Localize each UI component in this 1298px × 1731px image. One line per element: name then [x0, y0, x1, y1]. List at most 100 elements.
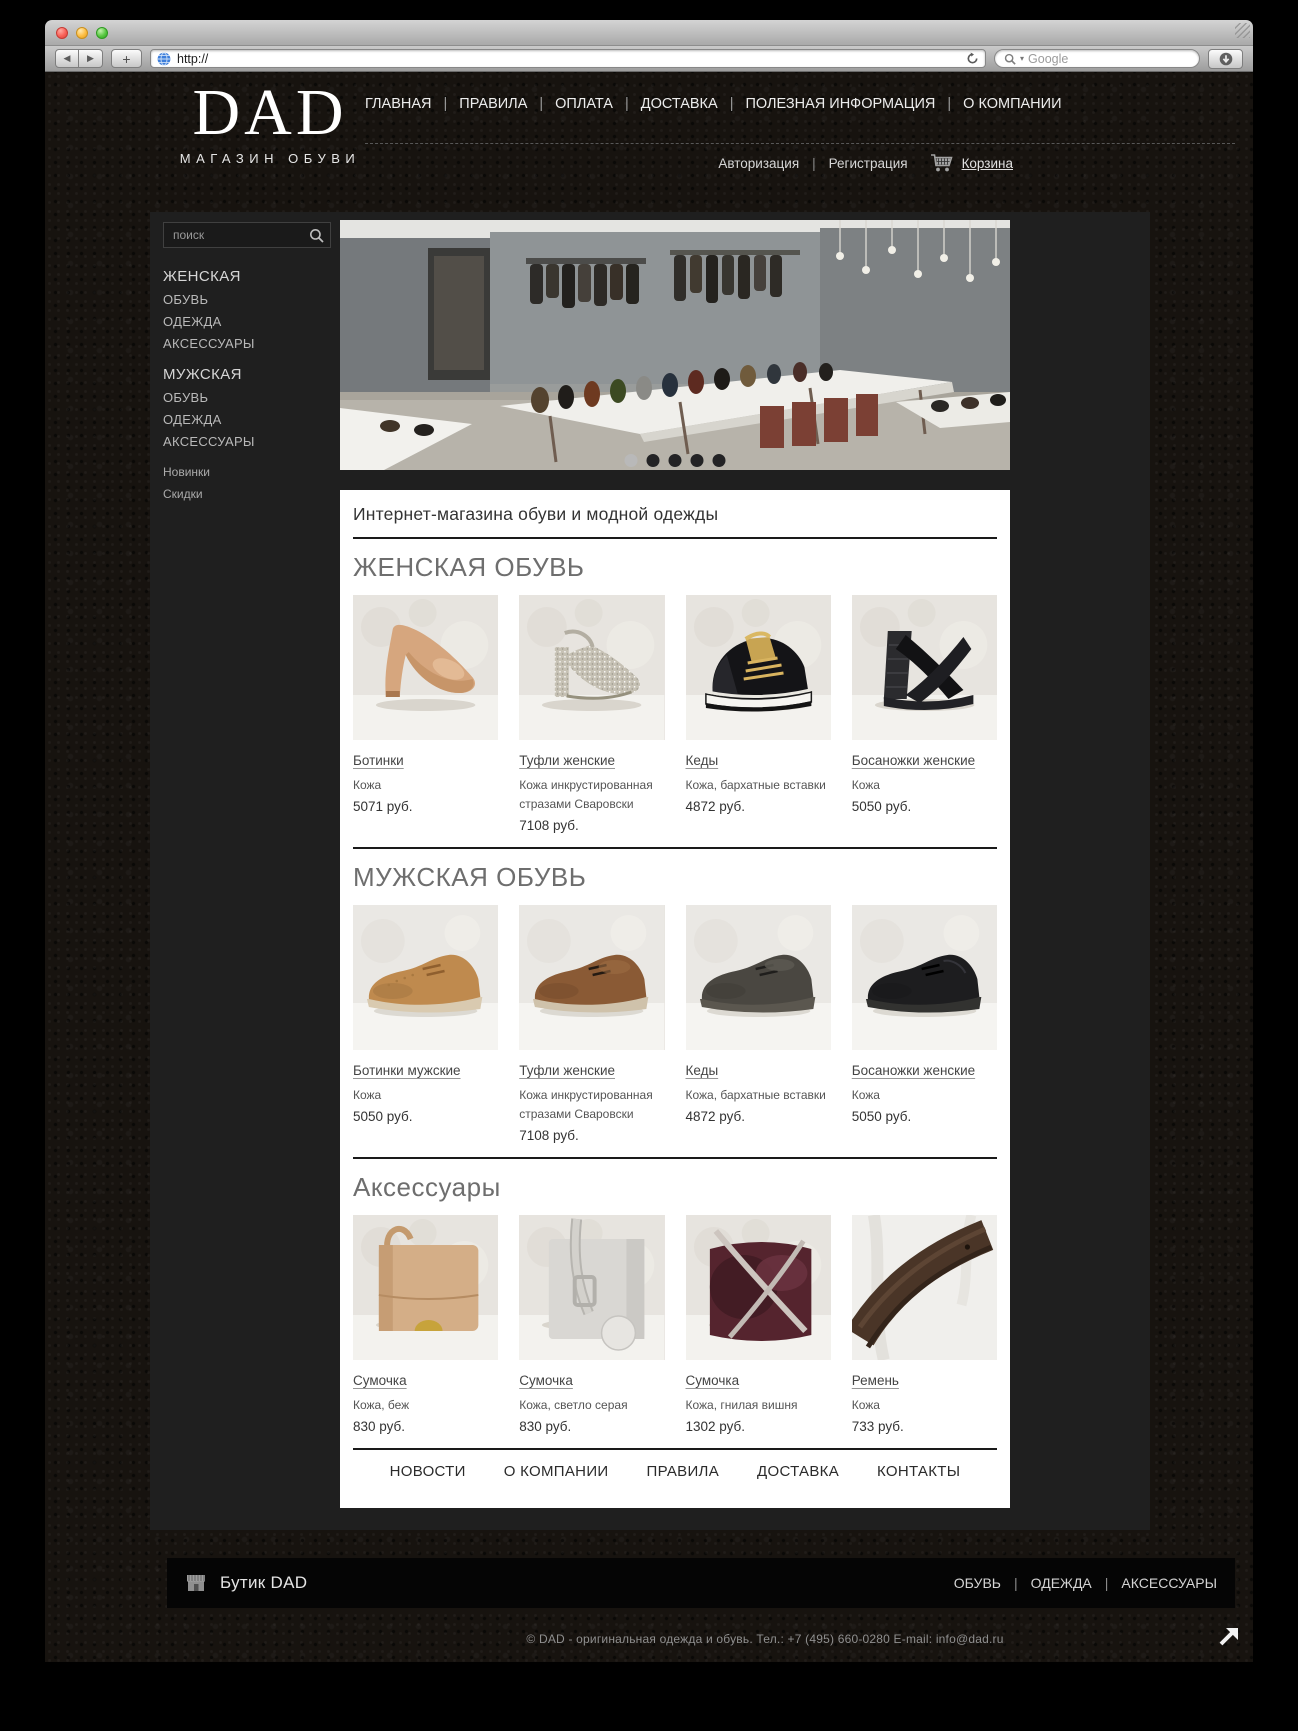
footer-nav: ОБУВЬ ОДЕЖДА АКСЕССУАРЫ [954, 1575, 1217, 1591]
product-photo[interactable] [519, 1214, 665, 1360]
carousel-dot[interactable] [690, 454, 704, 467]
sidebar-search-icon[interactable] [309, 228, 324, 243]
account-row: Авторизация Регистрация Корзина [718, 153, 1013, 173]
history-buttons: ◀ ▶ [55, 49, 103, 68]
bottom-nav-link[interactable]: НОВОСТИ [390, 1463, 466, 1480]
address-bar[interactable]: http:// [150, 49, 986, 68]
footer-nav-link[interactable]: АКСЕССУАРЫ [1121, 1575, 1217, 1591]
product-photo[interactable] [353, 1214, 499, 1360]
sidebar-item-link[interactable]: ОБУВЬ [163, 390, 208, 405]
header-nav-link[interactable]: ГЛАВНАЯ [365, 96, 432, 112]
cart-label-link[interactable]: Корзина [962, 156, 1013, 171]
product-name-link[interactable]: Сумочка [353, 1373, 407, 1388]
footer-nav-link[interactable]: ОБУВЬ [954, 1575, 1001, 1591]
new-tab-button[interactable]: + [111, 49, 142, 68]
sidebar-group-title[interactable]: МУЖСКАЯ [163, 366, 331, 383]
site-logo[interactable]: DAD МАГАЗИН ОБУВИ [157, 78, 383, 167]
back-button[interactable]: ◀ [55, 49, 79, 68]
carousel-dot[interactable] [646, 454, 660, 467]
bottom-nav-item: О КОМПАНИИ [504, 1463, 609, 1480]
sidebar-item: ОБУВЬ [163, 292, 331, 307]
product-photo[interactable] [353, 904, 499, 1050]
header-nav: ГЛАВНАЯ ПРАВИЛА ОПЛАТА ДОСТАВКА ПОЛЕЗНАЯ ИНФ… [365, 96, 1062, 112]
product-photo[interactable] [519, 595, 665, 740]
url-text[interactable]: http:// [177, 52, 960, 66]
minimize-window-button[interactable] [76, 27, 88, 39]
carousel-dot[interactable] [712, 454, 726, 467]
cart-link[interactable]: Корзина [930, 153, 1013, 173]
header-nav-link[interactable]: О КОМПАНИИ [963, 96, 1061, 112]
header-nav-item: ОПЛАТА [527, 96, 613, 112]
account-link[interactable]: Регистрация [829, 156, 908, 171]
product-name-link[interactable]: Ботинки [353, 753, 404, 768]
product-name-link[interactable]: Ремень [852, 1373, 899, 1388]
sidebar-search[interactable] [163, 222, 331, 248]
product-name-link[interactable]: Босаножки женские [852, 1063, 975, 1078]
sidebar-extra-link[interactable]: Скидки [163, 487, 203, 501]
footer-nav-link[interactable]: ОДЕЖДА [1031, 1575, 1092, 1591]
window-resize-grip[interactable] [1235, 23, 1250, 38]
page-title: Интернет-магазина обуви и модной одежды [353, 504, 719, 524]
product-card: Ботинки Кожа 5071 руб. [353, 595, 499, 833]
section-title: Аксессуары [353, 1171, 501, 1202]
product-name-link[interactable]: Туфли женские [519, 1063, 615, 1078]
bottom-nav-link[interactable]: КОНТАКТЫ [877, 1463, 960, 1480]
header-nav-link[interactable]: ОПЛАТА [555, 96, 613, 112]
product-name-link[interactable]: Сумочка [519, 1373, 573, 1388]
account-links: Авторизация Регистрация [718, 156, 907, 171]
sidebar-item-link[interactable]: ОДЕЖДА [163, 314, 222, 329]
search-dropdown-arrow-icon[interactable]: ▾ [1020, 54, 1024, 63]
browser-search-placeholder[interactable]: Google [1028, 52, 1068, 66]
product-photo[interactable] [685, 904, 831, 1050]
sidebar-group-title[interactable]: ЖЕНСКАЯ [163, 268, 331, 285]
zoom-window-button[interactable] [96, 27, 108, 39]
bottom-nav-link[interactable]: ПРАВИЛА [646, 1463, 719, 1480]
bottom-nav-link[interactable]: ДОСТАВКА [757, 1463, 839, 1480]
product-photo[interactable] [353, 595, 499, 740]
footer-bar: Бутик DAD ОБУВЬ ОДЕЖДА АКСЕССУАРЫ [167, 1558, 1235, 1608]
product-price: 4872 руб. [685, 1108, 746, 1124]
product-photo[interactable] [851, 1214, 997, 1360]
search-magnifier-icon [1004, 53, 1016, 65]
header-nav-link[interactable]: ПРАВИЛА [459, 96, 527, 112]
logo-text[interactable]: DAD [157, 78, 383, 148]
product-name-link[interactable]: Кеды [686, 1063, 719, 1078]
account-link[interactable]: Авторизация [718, 156, 799, 171]
product-photo[interactable] [685, 1214, 831, 1360]
sidebar-item-link[interactable]: АКСЕССУАРЫ [163, 434, 255, 449]
product-desc: Кожа, беж [353, 1397, 410, 1412]
bottom-nav-link[interactable]: О КОМПАНИИ [504, 1463, 609, 1480]
product-name-link[interactable]: Сумочка [686, 1373, 740, 1388]
product-photo[interactable] [851, 595, 997, 740]
sidebar-item: АКСЕССУАРЫ [163, 434, 331, 449]
product-section: МУЖСКАЯ ОБУВЬ Ботинки мужские Кожа 5050 … [353, 862, 997, 1159]
product-photo[interactable] [519, 904, 665, 1050]
product-name-link[interactable]: Туфли женские [519, 753, 615, 768]
reload-icon[interactable] [966, 52, 979, 65]
product-name-link[interactable]: Ботинки мужские [353, 1063, 461, 1078]
product-name-link[interactable]: Кеды [686, 753, 719, 768]
scroll-top-arrow-icon[interactable] [1215, 1622, 1243, 1650]
product-name-link[interactable]: Босаножки женские [852, 753, 975, 768]
downloads-button[interactable] [1208, 48, 1243, 69]
sidebar-item-link[interactable]: ОДЕЖДА [163, 412, 222, 427]
carousel-dot[interactable] [668, 454, 682, 467]
product-photo[interactable] [851, 904, 997, 1050]
sidebar-search-input[interactable] [164, 223, 330, 247]
header-nav-item: ДОСТАВКА [613, 96, 718, 112]
section-title: МУЖСКАЯ ОБУВЬ [353, 861, 587, 892]
header-nav-link[interactable]: ДОСТАВКА [641, 96, 718, 112]
close-window-button[interactable] [56, 27, 68, 39]
product-photo[interactable] [685, 595, 831, 740]
product-desc: Кожа [353, 778, 382, 792]
sidebar-item: ОБУВЬ [163, 390, 331, 405]
browser-titlebar[interactable] [45, 20, 1253, 46]
sidebar-extra-link[interactable]: Новинки [163, 465, 210, 479]
browser-search-field[interactable]: ▾ Google [994, 49, 1200, 68]
carousel-dot[interactable] [624, 454, 638, 467]
forward-button[interactable]: ▶ [79, 49, 103, 68]
product-desc: Кожа [851, 1397, 880, 1412]
header-nav-link[interactable]: ПОЛЕЗНАЯ ИНФОРМАЦИЯ [745, 96, 935, 112]
sidebar-item-link[interactable]: ОБУВЬ [163, 292, 208, 307]
sidebar-item-link[interactable]: АКСЕССУАРЫ [163, 336, 255, 351]
